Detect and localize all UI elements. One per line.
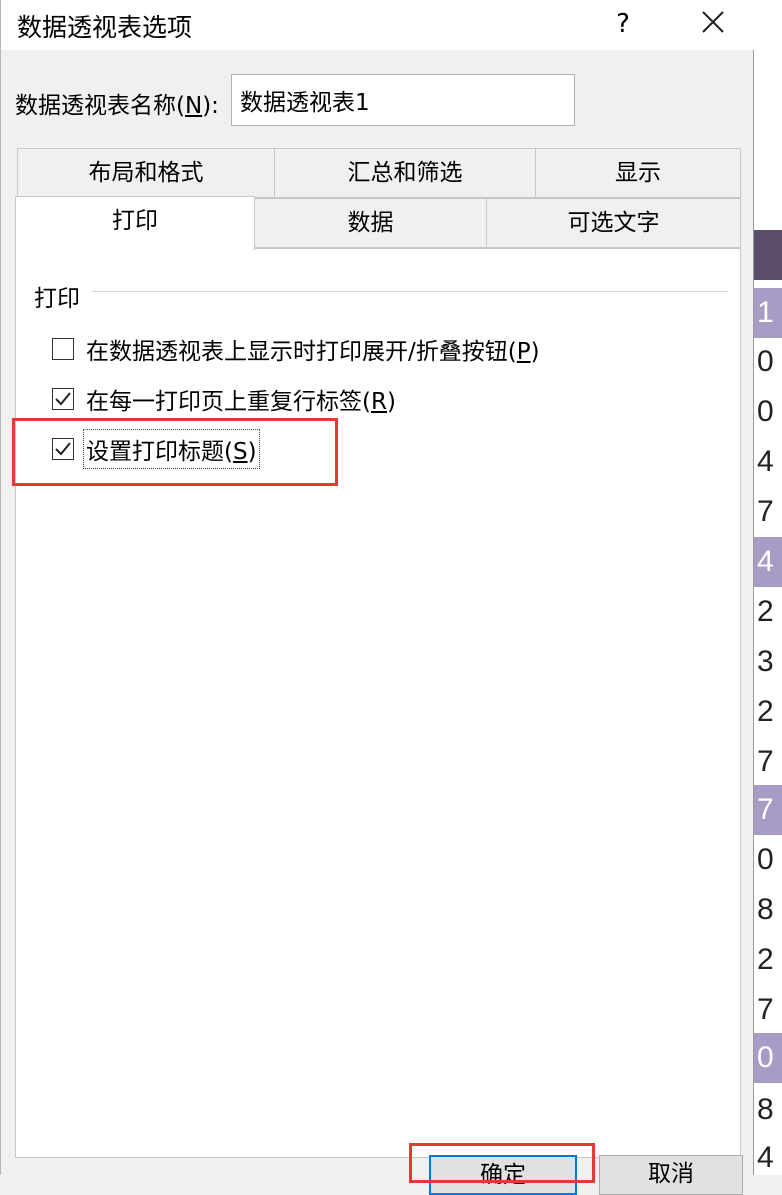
sheet-cell: 4: [754, 537, 782, 587]
repeat-row-labels-label: 在每一打印页上重复行标签(R): [86, 389, 396, 415]
repeat-row-labels-option[interactable]: 在每一打印页上重复行标签(R): [52, 379, 396, 419]
sheet-cell: 4: [757, 445, 774, 478]
sheet-cell: 7: [754, 785, 782, 835]
pivot-name-label: 数据透视表名称(N):: [15, 93, 219, 119]
pivot-name-input[interactable]: [231, 74, 575, 126]
print-expand-collapse-checkbox[interactable]: [52, 338, 74, 360]
close-button[interactable]: [687, 4, 739, 44]
help-button[interactable]: ?: [601, 6, 645, 42]
tab-print[interactable]: 打印: [15, 196, 255, 250]
sheet-cell: 8: [757, 1093, 774, 1126]
sheet-cell: 0: [754, 1033, 782, 1083]
highlight-box-print-titles: [12, 418, 338, 486]
print-expand-collapse-label: 在数据透视表上显示时打印展开/折叠按钮(P): [86, 339, 540, 365]
tab-layout-format[interactable]: 布局和格式: [17, 148, 275, 198]
close-icon: [702, 11, 724, 33]
print-group-label: 打印: [34, 286, 80, 312]
sheet-cell: 8: [757, 893, 774, 926]
sheet-cell: 4: [757, 1141, 774, 1174]
name-accesskey: N: [184, 93, 203, 119]
tab-totals-filters[interactable]: 汇总和筛选: [274, 148, 536, 198]
sheet-cell: 7: [757, 495, 774, 528]
sheet-cell: 3: [757, 645, 774, 678]
sheet-cell: 2: [757, 695, 774, 728]
sheet-cell: 1: [754, 288, 782, 338]
dialog-title: 数据透视表选项: [17, 13, 193, 42]
sheet-cell: 2: [757, 595, 774, 628]
sheet-header-band: [754, 230, 782, 280]
highlight-box-ok: [409, 1143, 595, 1183]
sheet-cell: 7: [757, 745, 774, 778]
sheet-cell: 2: [757, 943, 774, 976]
background-spreadsheet: 1 0 0 4 7 4 2 3 2 7 7 0 8 2 7 0 8 4: [754, 0, 782, 1175]
cancel-button[interactable]: 取消: [599, 1155, 743, 1195]
tab-alt-text[interactable]: 可选文字: [486, 198, 741, 248]
sheet-cell: 7: [757, 993, 774, 1026]
tab-display[interactable]: 显示: [535, 148, 741, 198]
repeat-row-labels-checkbox[interactable]: [52, 388, 74, 410]
sheet-cell: 0: [757, 395, 774, 428]
sheet-cell: 0: [757, 843, 774, 876]
group-divider: [92, 291, 728, 292]
title-bar: 数据透视表选项 ?: [1, 0, 755, 50]
tab-data[interactable]: 数据: [254, 198, 487, 248]
sheet-cell: 0: [757, 345, 774, 378]
pivot-options-dialog: 数据透视表选项 ? 数据透视表名称(N): 布局和格式 汇总和筛选 显示 数据 …: [0, 0, 755, 1195]
print-tab-panel: 打印 在数据透视表上显示时打印展开/折叠按钮(P) 在每一打印页上重复行标签(R…: [15, 248, 741, 1158]
checkmark-icon: [55, 392, 71, 406]
print-expand-collapse-option[interactable]: 在数据透视表上显示时打印展开/折叠按钮(P): [52, 329, 540, 369]
